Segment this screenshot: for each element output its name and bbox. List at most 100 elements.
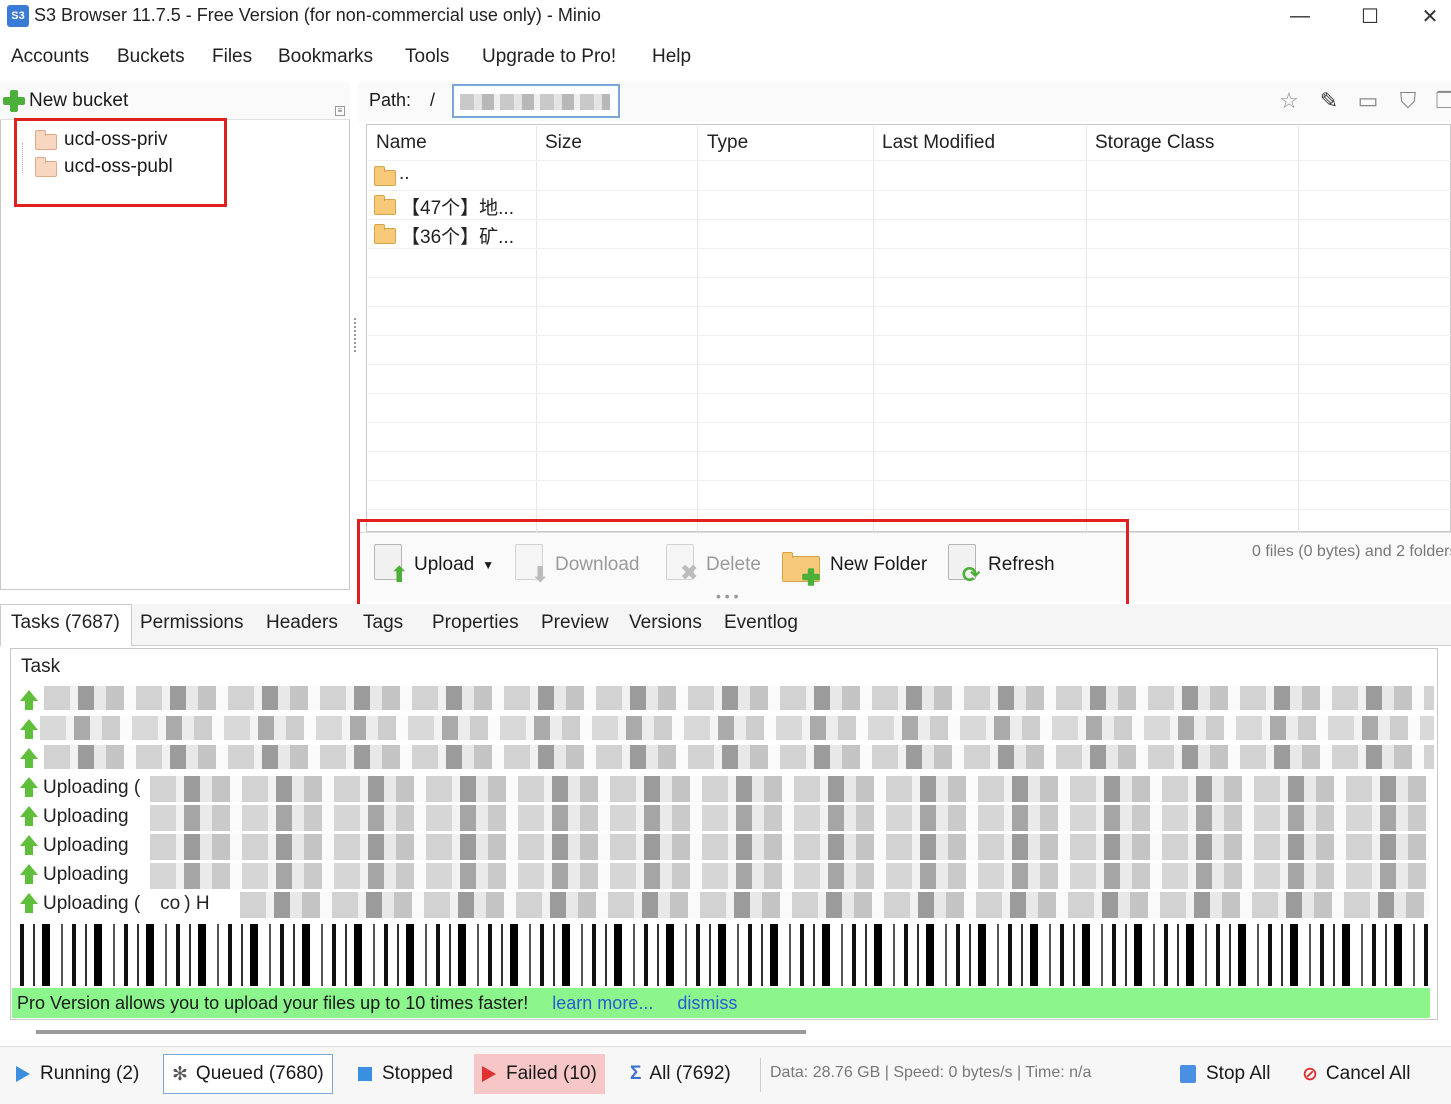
running-filter[interactable]: Running (2)	[8, 1054, 147, 1094]
learn-more-link[interactable]: learn more...	[552, 993, 653, 1014]
stop-all-button[interactable]: Stop All	[1172, 1054, 1278, 1094]
window-icon[interactable]: ▭	[1355, 88, 1381, 114]
menu-tools[interactable]: Tools	[405, 46, 449, 68]
menu-files[interactable]: Files	[212, 46, 252, 68]
task-row-icons	[18, 690, 42, 770]
cancel-all-button[interactable]: ⊘ Cancel All	[1294, 1054, 1418, 1094]
column-divider	[873, 126, 874, 532]
queued-filter[interactable]: ✻ Queued (7680)	[163, 1054, 333, 1094]
menu-help[interactable]: Help	[652, 46, 691, 68]
redacted-task-text	[240, 892, 1430, 918]
task-column-header[interactable]: Task	[21, 656, 60, 678]
menu-upgrade[interactable]: Upgrade to Pro!	[482, 46, 616, 68]
splitter-handle[interactable]	[354, 318, 358, 352]
column-divider	[697, 126, 698, 532]
failed-icon	[482, 1066, 496, 1082]
files-status: 0 files (0 bytes) and 2 folders	[1252, 543, 1451, 560]
task-row[interactable]: Uploading	[18, 861, 129, 889]
task-status: Uploading	[43, 835, 129, 856]
task-fragment: co	[160, 893, 181, 914]
tab-preview[interactable]: Preview	[541, 612, 609, 634]
redacted-task-text	[150, 863, 1430, 889]
tab-permissions[interactable]: Permissions	[140, 612, 243, 634]
minimize-button[interactable]: —	[1270, 0, 1330, 32]
close-button[interactable]: ✕	[1400, 0, 1451, 32]
tab-headers[interactable]: Headers	[266, 612, 338, 634]
column-header-storage-class[interactable]: Storage Class	[1095, 132, 1214, 154]
app-icon: S3	[7, 5, 29, 27]
column-header-size[interactable]: Size	[545, 132, 582, 154]
failed-filter[interactable]: Failed (10)	[474, 1054, 605, 1094]
redacted-task-text	[44, 745, 1434, 769]
path-input[interactable]	[452, 84, 620, 118]
file-row-folder[interactable]: 【36个】矿...	[401, 222, 514, 249]
dismiss-link[interactable]: dismiss	[677, 993, 737, 1014]
row-divider	[368, 364, 1451, 365]
tab-tags[interactable]: Tags	[363, 612, 403, 634]
play-icon	[16, 1066, 30, 1082]
new-bucket-button[interactable]: New bucket	[29, 90, 128, 112]
running-label: Running (2)	[40, 1063, 140, 1084]
row-divider	[368, 219, 1451, 220]
menu-accounts[interactable]: Accounts	[11, 46, 89, 68]
tab-properties[interactable]: Properties	[432, 612, 519, 634]
failed-label: Failed (10)	[506, 1063, 597, 1084]
queued-label: Queued (7680)	[195, 1063, 324, 1084]
maximize-button[interactable]: ☐	[1340, 0, 1400, 32]
column-divider	[1086, 126, 1087, 532]
upload-arrow-icon	[18, 893, 40, 915]
pro-banner: Pro Version allows you to upload your fi…	[12, 988, 1430, 1018]
overflow-icon[interactable]: ≡	[335, 106, 345, 116]
upload-arrow-icon	[18, 806, 40, 828]
stopped-label: Stopped	[382, 1063, 453, 1084]
spinner-icon: ✻	[172, 1063, 188, 1085]
all-filter[interactable]: Σ All (7692)	[622, 1054, 739, 1094]
task-row[interactable]: Uploading	[18, 832, 129, 860]
tab-eventlog[interactable]: Eventlog	[724, 612, 798, 634]
upload-arrow-icon	[18, 748, 40, 770]
path-root[interactable]: /	[430, 90, 435, 111]
menu-buckets[interactable]: Buckets	[117, 46, 185, 68]
filter-icon[interactable]: ⛉	[1395, 88, 1421, 114]
folder-icon	[374, 224, 396, 244]
pencil-icon[interactable]: ✎	[1316, 88, 1342, 114]
column-header-name[interactable]: Name	[376, 132, 427, 154]
row-divider	[368, 306, 1451, 307]
task-status: Uploading (	[43, 893, 141, 914]
row-divider	[368, 277, 1451, 278]
column-header-type[interactable]: Type	[707, 132, 748, 154]
row-divider	[368, 393, 1451, 394]
file-row-parent[interactable]: ..	[399, 163, 410, 185]
task-fragment: ) H	[184, 893, 210, 914]
row-divider	[368, 509, 1451, 510]
tab-tasks[interactable]: Tasks (7687)	[11, 612, 120, 634]
folder-icon	[374, 195, 396, 215]
row-divider	[368, 422, 1451, 423]
upload-arrow-icon	[18, 719, 40, 741]
file-table	[366, 124, 1451, 532]
tab-versions[interactable]: Versions	[629, 612, 702, 634]
column-header-last-modified[interactable]: Last Modified	[882, 132, 995, 154]
horizontal-scrollbar[interactable]	[36, 1030, 806, 1034]
upload-arrow-icon	[18, 835, 40, 857]
redacted-task-text	[44, 686, 1434, 710]
star-icon[interactable]: ☆	[1276, 88, 1302, 114]
task-row[interactable]: Uploading (	[18, 774, 140, 802]
highlight-box-buckets	[14, 118, 227, 207]
window-title: S3 Browser 11.7.5 - Free Version (for no…	[34, 5, 601, 25]
menu-bookmarks[interactable]: Bookmarks	[278, 46, 373, 68]
upload-arrow-icon	[18, 864, 40, 886]
redacted-task-rows	[20, 924, 1430, 986]
redacted-path	[460, 94, 610, 110]
copy-icon[interactable]: ❐	[1432, 88, 1451, 114]
sigma-icon: Σ	[630, 1063, 642, 1084]
file-row-folder[interactable]: 【47个】地...	[401, 193, 514, 220]
stopped-filter[interactable]: Stopped	[350, 1054, 461, 1094]
task-status: Uploading (	[43, 777, 141, 798]
stop-icon	[358, 1067, 372, 1081]
redacted-task-text	[40, 716, 1434, 740]
highlight-box-actions	[357, 519, 1129, 616]
task-row[interactable]: Uploading ( co) H	[18, 890, 210, 918]
task-row[interactable]: Uploading	[18, 803, 129, 831]
redacted-task-text	[150, 776, 1430, 802]
